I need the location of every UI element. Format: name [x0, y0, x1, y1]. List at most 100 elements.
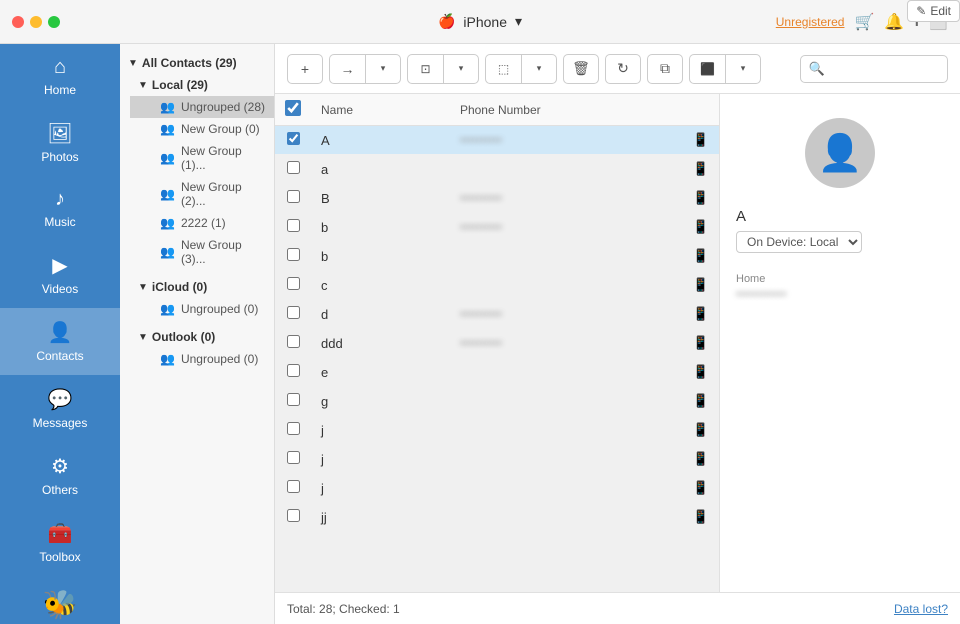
tree-ungrouped[interactable]: 👥 Ungrouped (28) — [130, 96, 274, 118]
tree-outlook-ungrouped[interactable]: 👥 Ungrouped (0) — [130, 348, 274, 370]
tree-new-group-1[interactable]: 👥 New Group (1)... — [130, 140, 274, 176]
chevron-right-icon-icloud: ▼ — [138, 282, 148, 293]
row-checkbox[interactable] — [287, 393, 300, 406]
refresh-button[interactable]: ↻ — [605, 54, 641, 84]
row-checkbox[interactable] — [287, 364, 300, 377]
table-row[interactable]: a📱 — [275, 155, 719, 184]
fullscreen-button[interactable] — [48, 16, 60, 28]
row-checkbox-cell[interactable] — [275, 300, 311, 329]
tree-new-group-2-label: New Group (2)... — [181, 180, 266, 208]
sidebar-item-photos[interactable]: 🖼 Photos — [0, 109, 120, 176]
row-checkbox-cell[interactable] — [275, 358, 311, 387]
row-checkbox[interactable] — [287, 219, 300, 232]
tree-outlook[interactable]: ▼ Outlook (0) — [130, 326, 274, 348]
row-checkbox[interactable] — [287, 161, 300, 174]
row-checkbox-cell[interactable] — [275, 387, 311, 416]
row-checkbox-cell[interactable] — [275, 445, 311, 474]
device-select[interactable]: On Device: Local — [736, 231, 862, 253]
row-checkbox[interactable] — [287, 277, 300, 290]
sidebar-item-music[interactable]: ♪ Music — [0, 176, 120, 241]
row-checkbox[interactable] — [287, 190, 300, 203]
table-row[interactable]: A••••••••••📱 — [275, 126, 719, 155]
contact-phone-cell: 📱 — [450, 503, 719, 532]
table-row[interactable]: b••••••••••📱 — [275, 213, 719, 242]
export-dropdown-button[interactable]: ▾ — [443, 54, 479, 84]
row-checkbox[interactable] — [287, 509, 300, 522]
tree-icloud-ungrouped[interactable]: 👥 Ungrouped (0) — [130, 298, 274, 320]
row-checkbox-cell[interactable] — [275, 242, 311, 271]
tree-new-group-2[interactable]: 👥 New Group (2)... — [130, 176, 274, 212]
row-checkbox[interactable] — [287, 306, 300, 319]
main-layout: ⌂ Home 🖼 Photos ♪ Music ▶ Videos 👤 Conta… — [0, 44, 960, 624]
row-checkbox-cell[interactable] — [275, 416, 311, 445]
sidebar-item-videos[interactable]: ▶ Videos — [0, 241, 120, 308]
table-row[interactable]: b📱 — [275, 242, 719, 271]
sidebar-app-info[interactable]: 🐝 AnyMP4 iPhone Transfer Pro for Mac — [0, 576, 120, 624]
tree-new-group-0[interactable]: 👥 New Group (0) — [130, 118, 274, 140]
import-dropdown-button[interactable]: ▾ — [365, 54, 401, 84]
table-row[interactable]: c📱 — [275, 271, 719, 300]
table-row[interactable]: e📱 — [275, 358, 719, 387]
row-checkbox[interactable] — [287, 451, 300, 464]
row-checkbox-cell[interactable] — [275, 503, 311, 532]
transfer-dropdown-button[interactable]: ▾ — [521, 54, 557, 84]
row-checkbox[interactable] — [287, 248, 300, 261]
close-button[interactable] — [12, 16, 24, 28]
table-row[interactable]: jj📱 — [275, 503, 719, 532]
search-input[interactable] — [829, 62, 939, 76]
cart-icon[interactable]: 🛒 — [854, 12, 874, 32]
table-row[interactable]: ddd••••••••••📱 — [275, 329, 719, 358]
avatar: 👤 — [805, 118, 875, 188]
row-checkbox[interactable] — [287, 422, 300, 435]
table-row[interactable]: B••••••••••📱 — [275, 184, 719, 213]
tree-icloud[interactable]: ▼ iCloud (0) — [130, 276, 274, 298]
export-button[interactable]: ⊡ — [407, 54, 443, 84]
minimize-button[interactable] — [30, 16, 42, 28]
add-button[interactable]: + — [287, 54, 323, 84]
table-row[interactable]: g📱 — [275, 387, 719, 416]
contact-phone-cell: ••••••••••📱 — [450, 126, 719, 155]
row-checkbox-cell[interactable] — [275, 329, 311, 358]
tree-local[interactable]: ▼ Local (29) — [130, 74, 274, 96]
sidebar-item-home[interactable]: ⌂ Home — [0, 44, 120, 109]
select-all-header[interactable] — [275, 94, 311, 126]
copy-button[interactable]: ⧉ — [647, 54, 683, 84]
bell-icon[interactable]: 🔔 — [884, 12, 904, 32]
row-checkbox-cell[interactable] — [275, 184, 311, 213]
row-checkbox-cell[interactable] — [275, 213, 311, 242]
unregistered-link[interactable]: Unregistered — [776, 15, 845, 29]
contact-phone-cell: 📱 — [450, 242, 719, 271]
contact-name-cell: b — [311, 242, 450, 271]
dropdown-icon[interactable]: ▾ — [515, 13, 522, 30]
data-lost-link[interactable]: Data lost? — [894, 602, 948, 616]
row-checkbox-cell[interactable] — [275, 474, 311, 503]
import-button[interactable]: → — [329, 54, 365, 84]
row-checkbox-cell[interactable] — [275, 126, 311, 155]
row-checkbox[interactable] — [287, 132, 300, 145]
sidebar-item-toolbox[interactable]: 🧰 Toolbox — [0, 509, 120, 576]
row-checkbox-cell[interactable] — [275, 271, 311, 300]
more-button[interactable]: ⬛ — [689, 54, 725, 84]
sidebar-item-others[interactable]: ⚙ Others — [0, 442, 120, 509]
select-all-checkbox[interactable] — [285, 100, 301, 116]
transfer-icon: ⬚ — [498, 62, 509, 76]
delete-button[interactable]: 🗑 — [563, 54, 599, 84]
table-row[interactable]: j📱 — [275, 474, 719, 503]
tree-all-contacts-label: All Contacts (29) — [142, 56, 237, 70]
table-row[interactable]: j📱 — [275, 416, 719, 445]
tree-new-group-3[interactable]: 👥 New Group (3)... — [130, 234, 274, 270]
row-checkbox-cell[interactable] — [275, 155, 311, 184]
contact-name-cell: e — [311, 358, 450, 387]
more-dropdown-button[interactable]: ▾ — [725, 54, 761, 84]
sidebar-item-messages[interactable]: 💬 Messages — [0, 375, 120, 442]
table-row[interactable]: j📱 — [275, 445, 719, 474]
row-checkbox[interactable] — [287, 335, 300, 348]
row-checkbox[interactable] — [287, 480, 300, 493]
tree-group-2222[interactable]: 👥 2222 (1) — [130, 212, 274, 234]
import-button-group: → ▾ — [329, 54, 401, 84]
sidebar: ⌂ Home 🖼 Photos ♪ Music ▶ Videos 👤 Conta… — [0, 44, 120, 624]
table-row[interactable]: d••••••••••📱 — [275, 300, 719, 329]
sidebar-item-contacts[interactable]: 👤 Contacts — [0, 308, 120, 375]
transfer-button[interactable]: ⬚ — [485, 54, 521, 84]
tree-all-contacts[interactable]: ▼ All Contacts (29) — [120, 52, 274, 74]
